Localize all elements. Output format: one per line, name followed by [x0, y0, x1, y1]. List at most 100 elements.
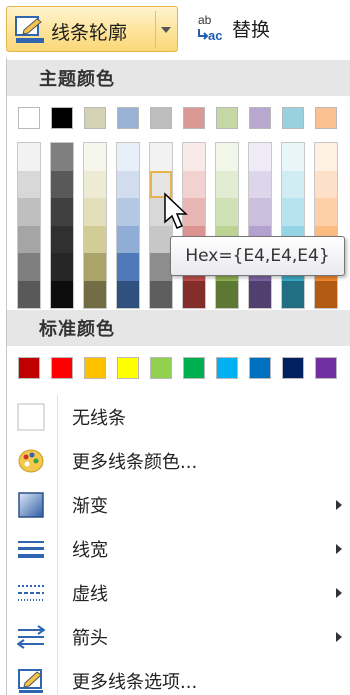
theme-colors-header: 主题颜色 — [7, 60, 350, 96]
theme-shade-swatch[interactable] — [51, 225, 73, 253]
pencil-line-icon — [15, 16, 44, 43]
theme-shade-swatch[interactable] — [249, 170, 271, 198]
theme-color-swatch[interactable] — [315, 107, 337, 129]
theme-shade-swatch[interactable] — [18, 143, 40, 171]
theme-shade-swatch[interactable] — [183, 280, 205, 308]
theme-shade-column — [281, 142, 305, 309]
standard-color-swatch[interactable] — [249, 357, 271, 379]
theme-color-swatch[interactable] — [183, 107, 205, 129]
theme-shade-swatch[interactable] — [51, 280, 73, 308]
theme-color-swatch[interactable] — [51, 107, 73, 129]
theme-shade-swatch[interactable] — [282, 143, 304, 171]
theme-color-swatch[interactable] — [117, 107, 139, 129]
menu-item-arrows[interactable]: 箭头 — [6, 615, 350, 659]
menu-item-weight[interactable]: 线宽 — [6, 527, 350, 571]
theme-shade-swatch[interactable] — [18, 280, 40, 308]
standard-colors-row — [18, 357, 348, 379]
theme-shade-swatch[interactable] — [84, 225, 106, 253]
theme-shade-swatch[interactable] — [18, 253, 40, 281]
theme-shade-swatch[interactable] — [51, 198, 73, 226]
theme-shade-swatch[interactable] — [117, 253, 139, 281]
theme-shade-swatch[interactable] — [216, 143, 238, 171]
shape-outline-label: 线条轮廓 — [51, 22, 128, 44]
standard-color-swatch[interactable] — [150, 357, 172, 379]
standard-color-swatch[interactable] — [51, 357, 73, 379]
theme-shade-swatch[interactable] — [315, 280, 337, 308]
empty-square-icon — [17, 403, 45, 431]
theme-shade-swatch[interactable] — [84, 143, 106, 171]
replace-button[interactable]: ab ac 替换 — [196, 10, 270, 46]
menu-label-more-options: 更多线条选项... — [72, 672, 198, 693]
theme-color-swatch[interactable] — [249, 107, 271, 129]
theme-shade-swatch[interactable] — [315, 170, 337, 198]
theme-shade-swatch[interactable] — [84, 198, 106, 226]
arrow-style-icon — [17, 625, 45, 649]
menu-label-no-line: 无线条 — [72, 408, 126, 429]
gradient-icon — [18, 492, 44, 518]
theme-shade-swatch[interactable] — [216, 280, 238, 308]
theme-shade-swatch[interactable] — [282, 198, 304, 226]
theme-shade-column — [248, 142, 272, 309]
theme-shade-swatch[interactable] — [84, 253, 106, 281]
theme-shade-swatch[interactable] — [51, 170, 73, 198]
theme-shade-swatch[interactable] — [84, 170, 106, 198]
menu-item-more-colors[interactable]: 更多线条颜色... — [6, 439, 350, 483]
theme-shade-swatch[interactable] — [117, 225, 139, 253]
standard-color-swatch[interactable] — [315, 357, 337, 379]
theme-shade-swatch[interactable] — [150, 143, 172, 171]
ribbon-toolbar: 线条轮廓 ab ac 替换 — [0, 0, 350, 56]
theme-shade-swatch[interactable] — [183, 143, 205, 171]
menu-item-no-line[interactable]: 无线条 — [6, 395, 350, 439]
theme-shade-swatch[interactable] — [117, 170, 139, 198]
theme-shade-swatch[interactable] — [282, 280, 304, 308]
theme-shade-swatch[interactable] — [249, 280, 271, 308]
theme-shade-swatch[interactable] — [249, 198, 271, 226]
theme-shade-swatch[interactable] — [18, 170, 40, 198]
color-tooltip: Hex={E4,E4,E4} — [170, 236, 345, 276]
standard-color-swatch[interactable] — [183, 357, 205, 379]
replace-label: 替换 — [232, 18, 271, 41]
theme-shade-swatch[interactable] — [282, 170, 304, 198]
theme-shade-swatch[interactable] — [315, 143, 337, 171]
theme-shade-swatch[interactable] — [51, 143, 73, 171]
menu-item-gradient[interactable]: 渐变 — [6, 483, 350, 527]
theme-shade-column — [50, 142, 74, 309]
theme-shade-swatch[interactable] — [216, 170, 238, 198]
menu-item-dashes[interactable]: 虚线 — [6, 571, 350, 615]
theme-shade-swatch[interactable] — [216, 198, 238, 226]
theme-color-swatch[interactable] — [282, 107, 304, 129]
theme-shade-swatch[interactable] — [150, 253, 172, 281]
theme-shade-swatch[interactable] — [84, 280, 106, 308]
theme-shade-swatch[interactable] — [117, 143, 139, 171]
mouse-pointer-icon — [164, 192, 188, 229]
theme-shade-swatch[interactable] — [51, 253, 73, 281]
outline-menu: 无线条 更多线条颜色... 渐变 线宽 虚线 箭头 更多线条选项... — [6, 395, 350, 695]
color-palette-icon — [18, 449, 44, 473]
theme-color-swatch[interactable] — [18, 107, 40, 129]
svg-text:ab: ab — [198, 13, 212, 27]
theme-shade-swatch[interactable] — [117, 198, 139, 226]
theme-color-swatch[interactable] — [84, 107, 106, 129]
menu-label-more-colors: 更多线条颜色... — [72, 452, 198, 473]
theme-shade-swatch[interactable] — [18, 225, 40, 253]
standard-color-swatch[interactable] — [117, 357, 139, 379]
theme-color-swatch[interactable] — [216, 107, 238, 129]
theme-color-swatch[interactable] — [150, 107, 172, 129]
split-divider — [155, 11, 156, 48]
theme-shade-swatch[interactable] — [18, 198, 40, 226]
theme-shade-swatch[interactable] — [117, 280, 139, 308]
theme-colors-title: 主题颜色 — [39, 69, 115, 90]
theme-base-row — [18, 107, 348, 129]
theme-shade-swatch[interactable] — [150, 280, 172, 308]
theme-shade-swatch[interactable] — [249, 143, 271, 171]
standard-color-swatch[interactable] — [282, 357, 304, 379]
theme-shade-swatch[interactable] — [315, 198, 337, 226]
standard-color-swatch[interactable] — [84, 357, 106, 379]
shape-outline-button[interactable]: 线条轮廓 — [6, 6, 178, 52]
menu-item-more-options[interactable]: 更多线条选项... — [6, 659, 350, 695]
theme-shade-column — [314, 142, 338, 309]
standard-color-swatch[interactable] — [18, 357, 40, 379]
standard-color-swatch[interactable] — [216, 357, 238, 379]
chevron-down-icon[interactable] — [161, 27, 171, 33]
theme-shade-column — [215, 142, 239, 309]
